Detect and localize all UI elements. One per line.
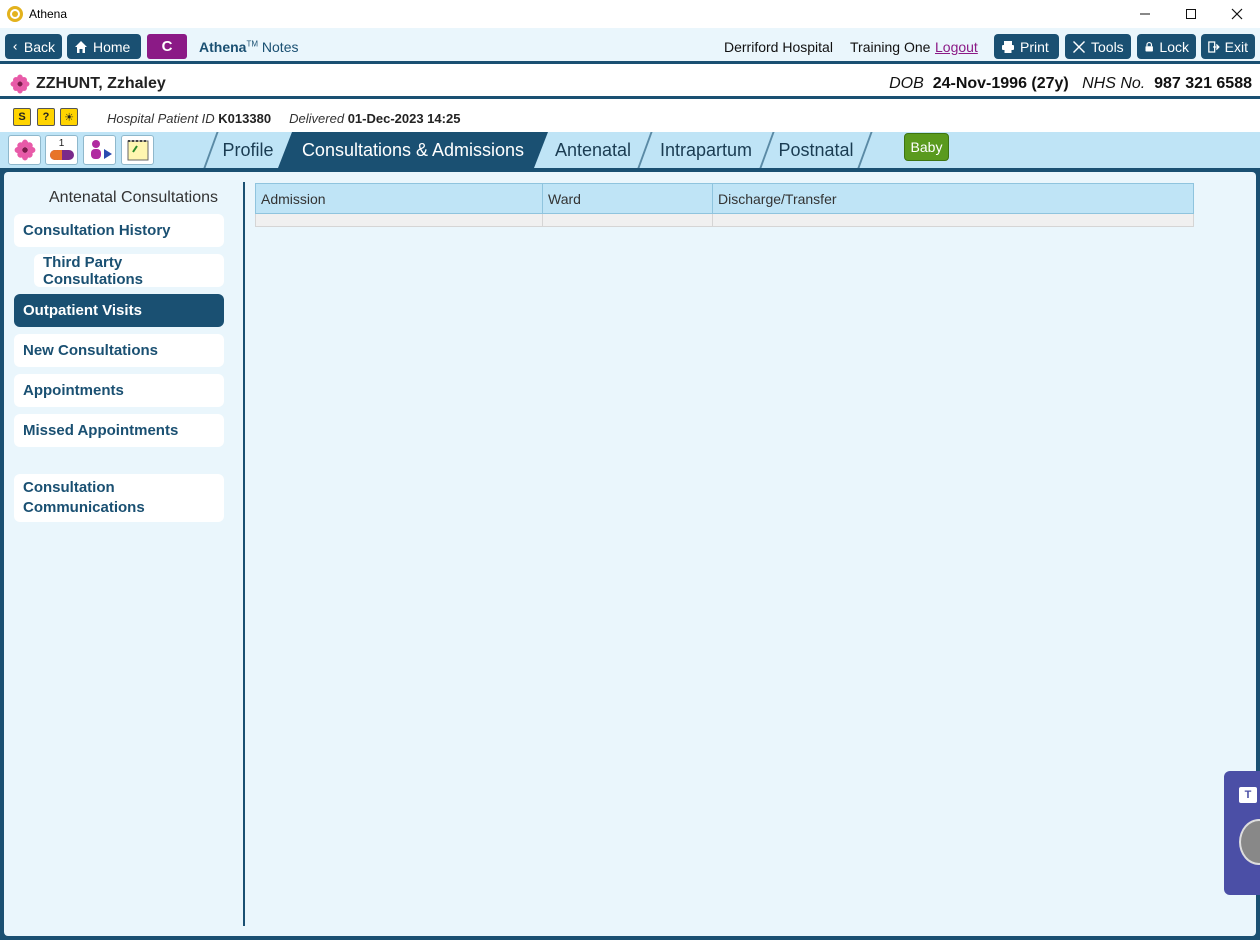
table-cell (256, 214, 543, 226)
tab-intrapartum[interactable]: Intrapartum (650, 132, 762, 168)
hosp-id-value: K013380 (218, 111, 272, 126)
tab-postnatal[interactable]: Postnatal (772, 132, 860, 168)
athena-app-icon (7, 6, 23, 22)
user-name: Training One (850, 39, 931, 55)
delivered-label: Delivered (289, 111, 345, 126)
tab-profile[interactable]: Profile (214, 132, 282, 168)
sidebar-item-consultation-history[interactable]: Consultation History (14, 214, 224, 247)
content-panel: Antenatal Consultations Consultation His… (4, 172, 1256, 936)
sidebar-item-consultation-communications[interactable]: Consultation Communications (14, 474, 224, 522)
sun-flag-glyph: ☀ (64, 111, 74, 124)
question-flag-glyph: ? (42, 111, 50, 123)
medication-count: 1 (58, 138, 65, 149)
sidebar-title: Antenatal Consultations (49, 189, 218, 206)
medication-tool-button[interactable]: 1 (45, 135, 78, 165)
nhs-value: 987 321 6588 (1154, 75, 1252, 92)
flower-tool-button[interactable] (8, 135, 41, 165)
minimize-button[interactable] (1122, 0, 1168, 28)
dob-label: DOB (889, 75, 924, 92)
hospital-name: Derriford Hospital (724, 39, 833, 55)
table-cell (543, 214, 713, 226)
chevron-left-icon (13, 43, 17, 50)
sidebar-item-missed-appointments[interactable]: Missed Appointments (14, 414, 224, 447)
table-cell (713, 214, 1193, 226)
teams-side-widget[interactable]: T (1224, 771, 1260, 895)
nhs-label: NHS No. (1082, 75, 1146, 92)
lock-button[interactable]: Lock (1137, 34, 1196, 59)
logout-link[interactable]: Logout (935, 39, 978, 55)
tab-antenatal[interactable]: Antenatal (548, 132, 638, 168)
sidebar-item-appointments[interactable]: Appointments (14, 374, 224, 407)
medication-icon (49, 150, 74, 160)
exit-label: Exit (1224, 38, 1248, 55)
column-header-discharge-transfer[interactable]: Discharge/Transfer (713, 184, 1193, 213)
patient-name: ZZHUNT, Zzhaley (36, 75, 166, 92)
hospital-id-line: Hospital Patient ID K013380 Delivered 01… (107, 111, 460, 126)
brand-suffix: Notes (261, 39, 299, 55)
sidebar-item-new-consultations[interactable]: New Consultations (14, 334, 224, 367)
home-icon (75, 40, 87, 53)
lock-label: Lock (1159, 38, 1189, 55)
brand-tm: TM (246, 39, 259, 49)
brand-name: Athena (199, 39, 247, 55)
lock-icon (1145, 41, 1153, 51)
exit-door-icon (1208, 40, 1220, 53)
minimize-icon (1140, 13, 1150, 15)
tools-button[interactable]: Tools (1065, 34, 1131, 59)
flower-icon (10, 74, 30, 94)
patient-info-row: S ? ☀ Hospital Patient ID K013380 Delive… (0, 102, 1260, 132)
home-label: Home (93, 38, 131, 55)
tab-consultations-admissions[interactable]: Consultations & Admissions (278, 132, 548, 168)
tools-label: Tools (1091, 38, 1124, 55)
baby-button[interactable]: Baby (904, 133, 949, 161)
c-button[interactable]: C (147, 34, 187, 59)
person-play-tool-button[interactable] (83, 135, 116, 165)
delivered-value: 01-Dec-2023 14:25 (347, 111, 461, 126)
hosp-id-label: Hospital Patient ID (107, 111, 215, 126)
window-controls (1122, 0, 1260, 28)
column-header-ward[interactable]: Ward (543, 184, 713, 213)
admissions-table: Admission Ward Discharge/Transfer (255, 183, 1194, 227)
printer-icon (1002, 40, 1014, 53)
home-button[interactable]: Home (67, 34, 141, 59)
table-row-empty (255, 214, 1194, 227)
tools-icon (1073, 40, 1085, 53)
notepad-tool-button[interactable] (121, 135, 154, 165)
back-button[interactable]: Back (5, 34, 62, 59)
maximize-icon (1186, 9, 1196, 19)
column-header-admission[interactable]: Admission (256, 184, 543, 213)
print-label: Print (1020, 38, 1049, 55)
sidebar-item-outpatient-visits[interactable]: Outpatient Visits (14, 294, 224, 327)
teams-icon[interactable]: T (1239, 787, 1257, 803)
patient-banner: ZZHUNT, Zzhaley DOB 24-Nov-1996 (27y) NH… (0, 67, 1260, 99)
sun-flag-icon[interactable]: ☀ (60, 108, 78, 126)
maximize-button[interactable] (1168, 0, 1214, 28)
close-window-button[interactable] (1214, 0, 1260, 28)
print-button[interactable]: Print (994, 34, 1059, 59)
s-flag-glyph: S (18, 111, 26, 123)
person-play-icon (90, 140, 112, 159)
tab-strip: 1 Profile Consultations & Admissions Ant… (0, 132, 1260, 168)
window-titlebar: Athena (0, 0, 1260, 28)
back-label: Back (23, 38, 55, 55)
sidebar-item-third-party-consultations[interactable]: Third Party Consultations (34, 254, 224, 288)
exit-button[interactable]: Exit (1201, 34, 1255, 59)
dob-value: 24-Nov-1996 (27y) (932, 75, 1069, 92)
table-header: Admission Ward Discharge/Transfer (255, 183, 1194, 214)
window-title: Athena (29, 7, 68, 21)
flower-icon (14, 139, 35, 161)
notepad-icon (127, 140, 148, 161)
sidebar-divider (243, 182, 245, 926)
top-navbar: Back Home C AthenaTM Notes Derriford Hos… (0, 28, 1260, 64)
question-flag-icon[interactable]: ? (37, 108, 55, 126)
patient-identifiers: DOB 24-Nov-1996 (27y) NHS No. 987 321 65… (889, 75, 1252, 93)
main-content: Antenatal Consultations Consultation His… (0, 168, 1260, 940)
s-flag-icon[interactable]: S (13, 108, 31, 126)
close-icon (1231, 8, 1243, 20)
avatar[interactable] (1239, 819, 1260, 865)
brand-title: AthenaTM Notes (199, 39, 298, 55)
